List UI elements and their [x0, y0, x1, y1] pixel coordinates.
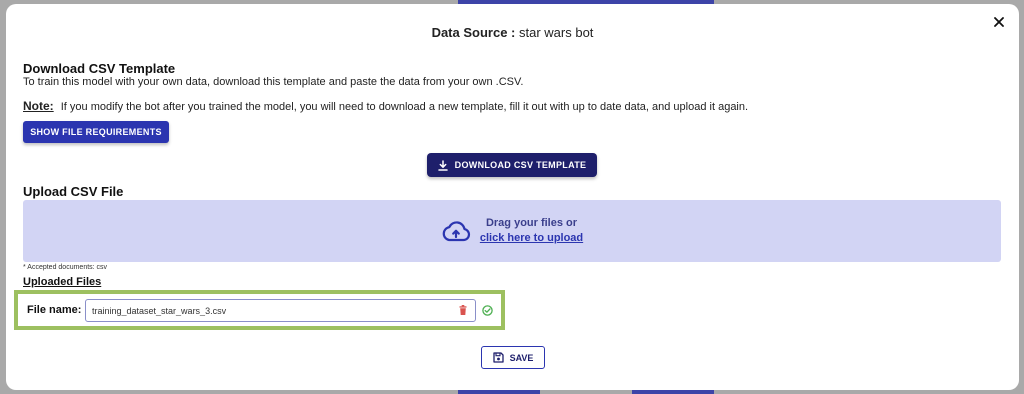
- download-description: To train this model with your own data, …: [23, 76, 524, 88]
- check-circle-icon: [482, 305, 493, 316]
- uploaded-files-title: Uploaded Files: [23, 276, 102, 288]
- download-csv-template-button[interactable]: DOWNLOAD CSV TEMPLATE: [427, 153, 597, 177]
- modal-title-label: Data Source :: [431, 25, 516, 40]
- data-source-modal: Data Source : star wars bot Download CSV…: [6, 4, 1019, 390]
- cloud-upload-icon: [442, 221, 470, 242]
- background-button-strip: [458, 390, 540, 394]
- accepted-documents-note: * Accepted documents: csv: [23, 264, 108, 271]
- upload-section-title: Upload CSV File: [23, 184, 124, 199]
- close-button[interactable]: [991, 14, 1007, 30]
- save-button[interactable]: SAVE: [481, 346, 545, 369]
- download-icon: [437, 159, 448, 171]
- download-section-title: Download CSV Template: [23, 61, 176, 76]
- save-icon: [492, 352, 504, 363]
- click-to-upload-link[interactable]: click here to upload: [480, 231, 583, 246]
- modal-title: Data Source : star wars bot: [6, 25, 1019, 40]
- uploaded-file-row: File name:: [14, 290, 505, 330]
- close-icon: [994, 17, 1004, 27]
- download-csv-template-label: DOWNLOAD CSV TEMPLATE: [454, 160, 587, 170]
- show-file-requirements-button[interactable]: SHOW FILE REQUIREMENTS: [23, 121, 169, 143]
- trash-icon[interactable]: [459, 305, 467, 315]
- drag-files-text: Drag your files or: [485, 217, 578, 229]
- note-text: If you modify the bot after you trained …: [60, 101, 749, 113]
- file-name-label: File name:: [27, 304, 82, 316]
- file-dropzone[interactable]: Drag your files or click here to upload: [23, 200, 1001, 262]
- note-line: Note: If you modify the bot after you tr…: [23, 99, 748, 113]
- modal-title-value: star wars bot: [519, 25, 594, 40]
- file-name-field[interactable]: [85, 299, 476, 322]
- note-label: Note:: [23, 99, 54, 113]
- save-button-label: SAVE: [509, 352, 534, 363]
- background-button-strip: [632, 390, 714, 394]
